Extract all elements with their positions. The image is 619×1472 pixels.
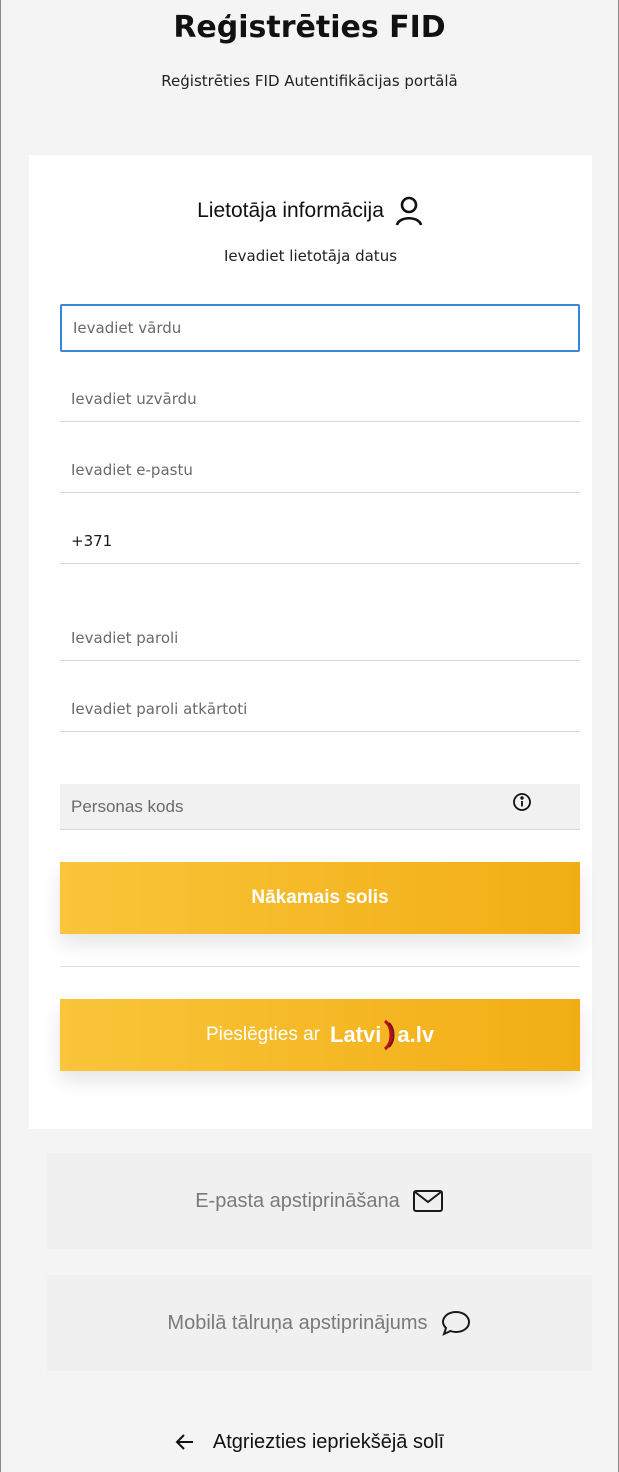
info-icon[interactable] xyxy=(512,792,532,812)
last-name-input[interactable] xyxy=(60,376,580,422)
phone-input[interactable] xyxy=(60,518,580,564)
next-step-label: Nākamais solis xyxy=(251,887,389,908)
user-icon xyxy=(395,196,423,226)
next-step-button[interactable]: Nākamais solis xyxy=(60,862,580,934)
user-info-heading: Lietotāja informācija xyxy=(29,195,592,227)
latvija-login-label: Pieslēgties ar xyxy=(205,1024,320,1045)
back-link[interactable]: Atgriezties iepriekšējā solī xyxy=(0,1422,619,1462)
password-repeat-input[interactable] xyxy=(60,686,580,732)
mobile-confirm-option[interactable]: Mobilā tālruņa apstiprinājums xyxy=(47,1275,592,1371)
page-subtitle: Reģistrēties FID Autentifikācijas portāl… xyxy=(161,72,458,90)
page-title: Reģistrēties FID xyxy=(173,10,446,45)
email-confirm-option[interactable]: E-pasta apstiprināšana xyxy=(47,1153,592,1249)
section-divider xyxy=(60,966,580,967)
latvija-mark-icon xyxy=(384,1019,395,1051)
user-info-hint: Ievadiet lietotāja datus xyxy=(223,247,398,265)
registration-card: Lietotāja informācija Ievadiet lietotāja… xyxy=(29,155,592,1129)
mobile-confirm-label: Mobilā tālruņa apstiprinājums xyxy=(167,1311,428,1334)
arrow-left-icon xyxy=(175,1434,193,1450)
envelope-icon xyxy=(412,1190,443,1212)
user-info-title: Lietotāja informācija xyxy=(197,199,384,222)
back-label: Atgriezties iepriekšējā solī xyxy=(212,1430,445,1453)
latvija-login-button[interactable]: Pieslēgties ar Latvi a.lv xyxy=(60,999,580,1071)
email-input[interactable] xyxy=(60,447,580,493)
latvija-logo: Latvi a.lv xyxy=(330,1019,434,1051)
first-name-input[interactable] xyxy=(60,304,580,352)
chat-bubble-icon xyxy=(441,1310,470,1336)
email-confirm-label: E-pasta apstiprināšana xyxy=(195,1189,400,1212)
personal-code-input[interactable] xyxy=(60,784,580,830)
password-input[interactable] xyxy=(60,615,580,661)
